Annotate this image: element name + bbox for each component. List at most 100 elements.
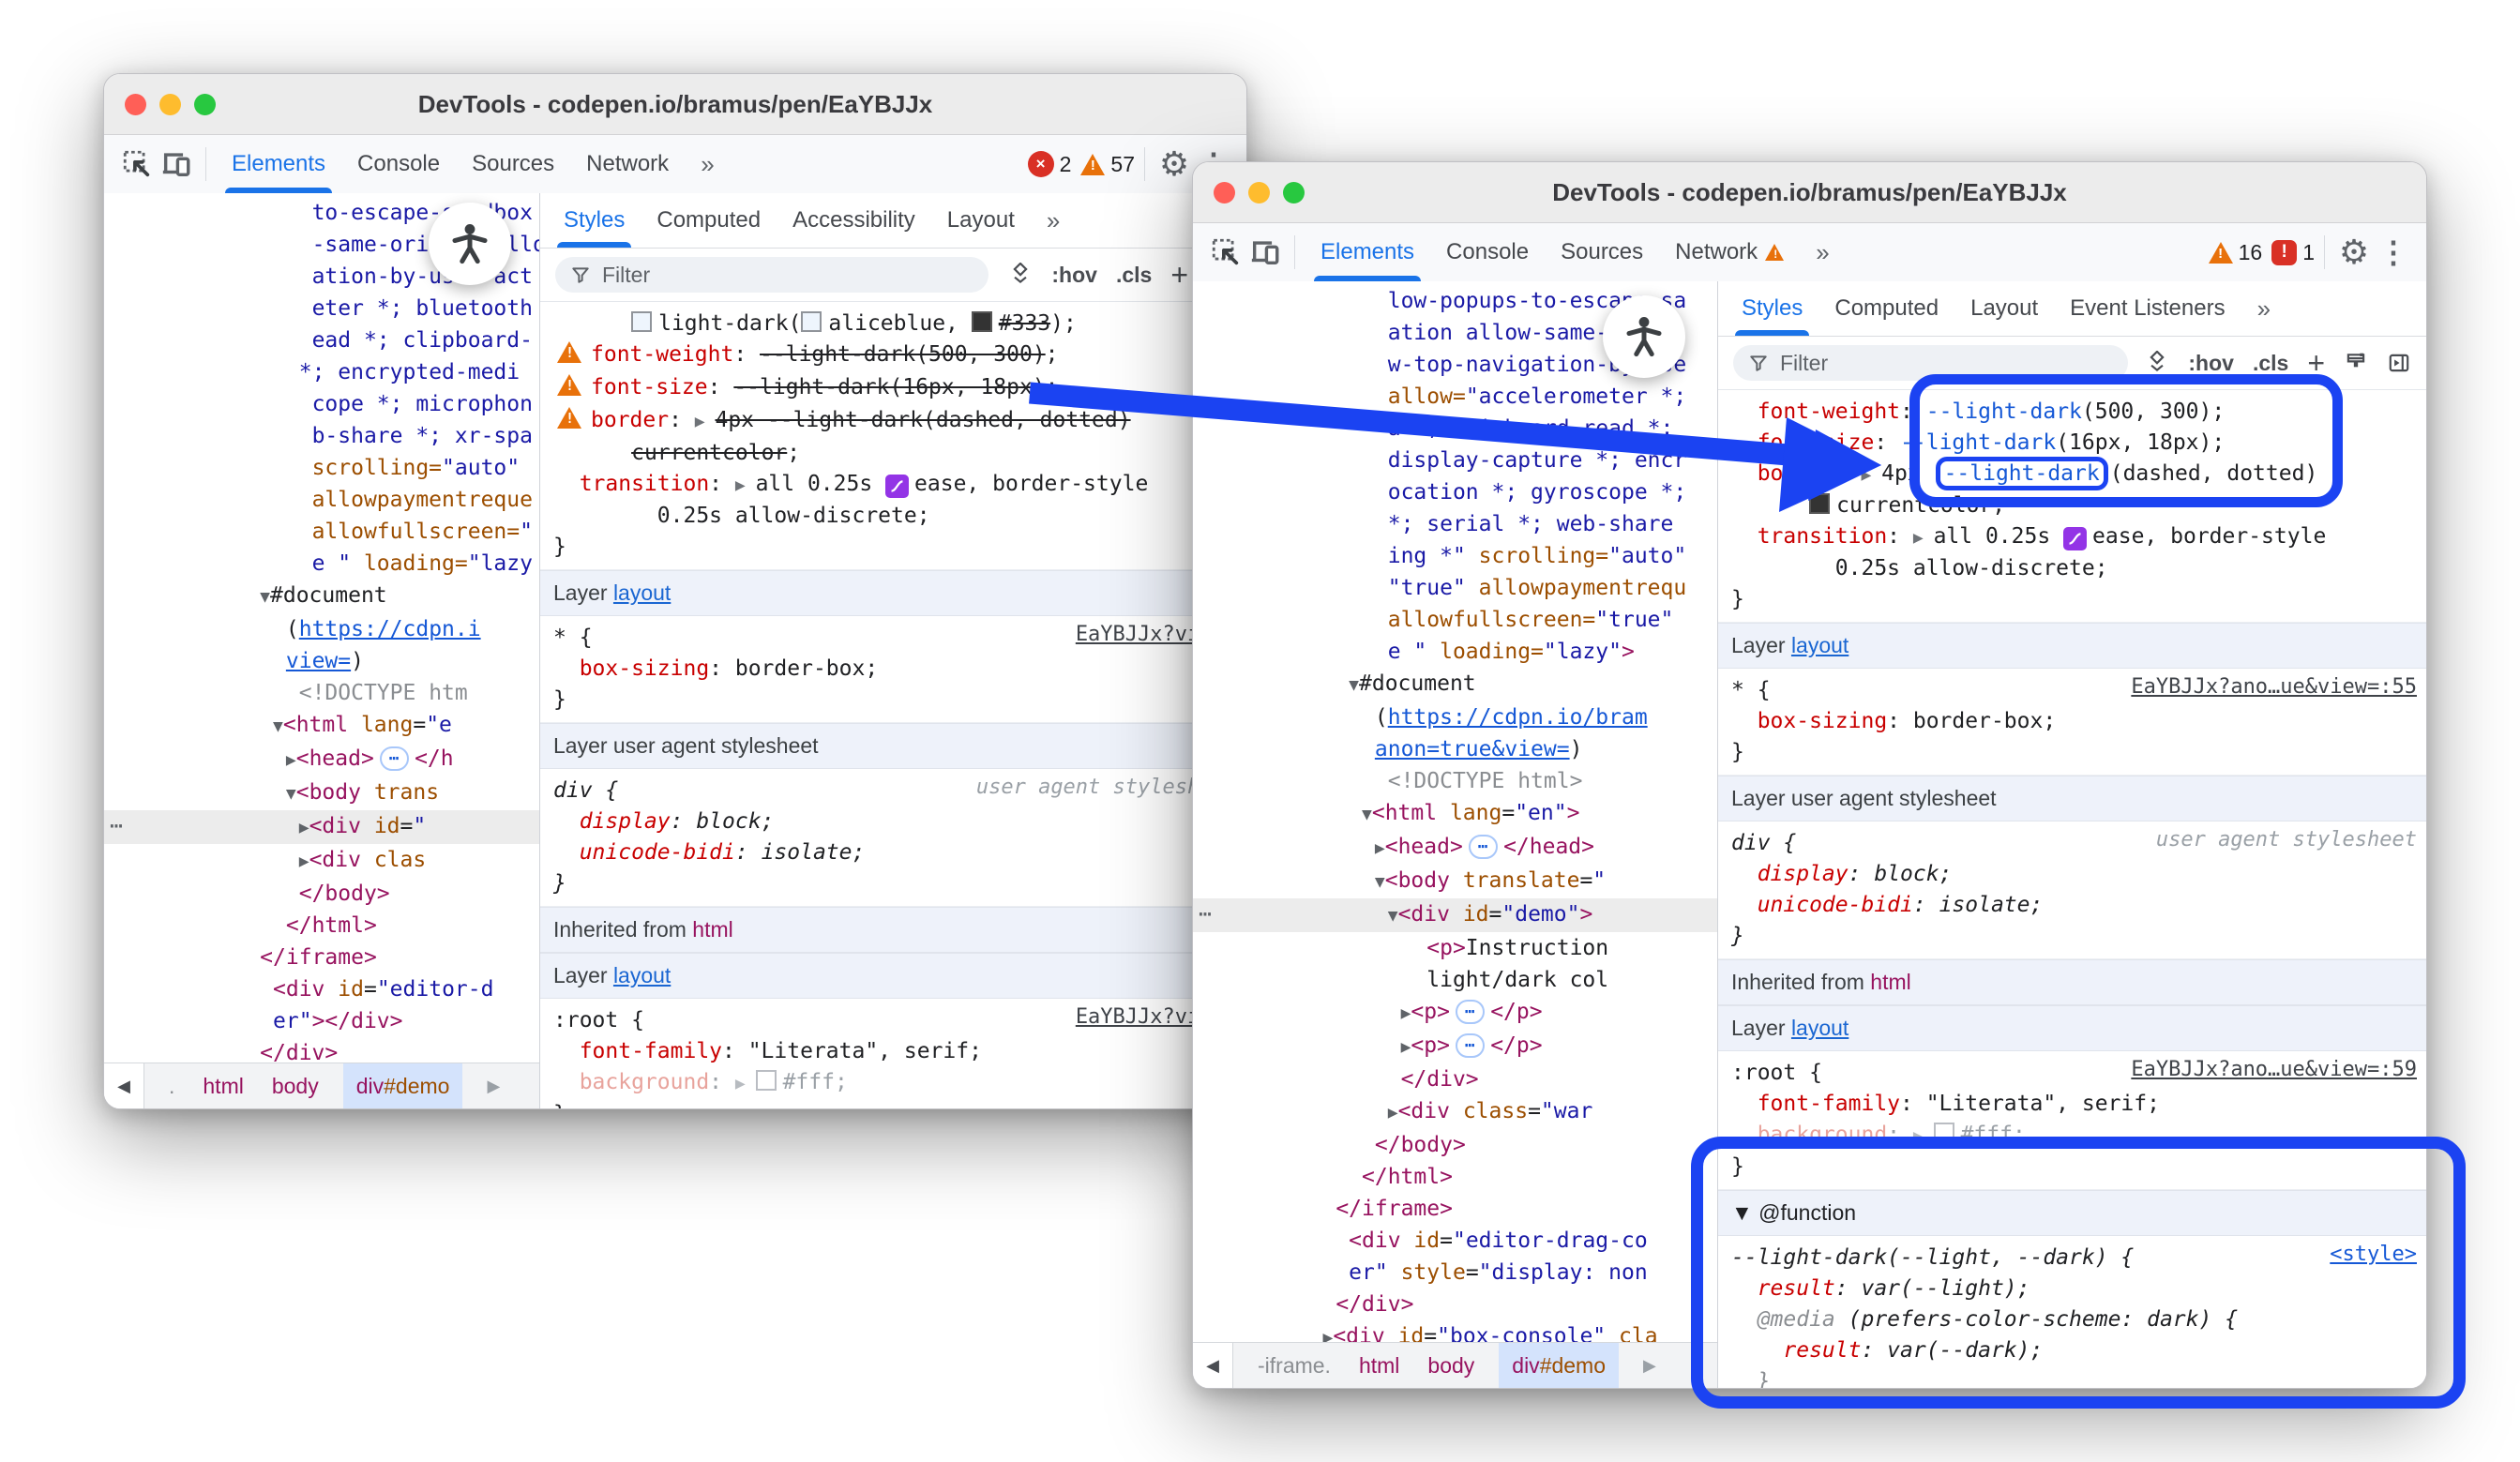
css-declaration[interactable]: display: block; [553,806,1246,837]
css-declaration[interactable]: light-dark(aliceblue, #333); [553,309,1246,339]
dom-tree-node[interactable]: ▶<head>⋯</h [104,743,539,776]
dom-tree-node[interactable]: allowpaymentreque [104,484,539,516]
more-tabs-icon[interactable]: » [1031,193,1076,248]
css-declaration[interactable]: --light-dark(--light, --dark) { [1731,1243,2426,1274]
css-declaration[interactable]: unicode-bidi: isolate; [1731,890,2426,921]
tab-sources[interactable]: Sources [456,135,570,193]
css-declaration[interactable]: font-family: "Literata", serif; [1731,1089,2426,1120]
css-declaration[interactable]: transition: ▶ all 0.25s ease, border-sty… [553,469,1246,501]
breadcrumb-scroll-right[interactable]: ▶ [1643,1356,1656,1376]
dom-tree-node[interactable]: ▼<body translate=" [1193,865,1717,898]
breadcrumb-item[interactable]: div#demo [1499,1343,1619,1388]
more-tabs-icon[interactable]: » [1800,223,1845,281]
css-declaration[interactable]: font-weight: --light-dark(500, 300); [1731,397,2426,428]
css-declaration[interactable]: box-sizing: border-box; [1731,706,2426,737]
expand-children-button[interactable]: ⋯ [1469,835,1498,859]
dom-tree-node[interactable]: ▶<div clas [104,844,539,878]
css-declaration[interactable]: background: ▶ #fff; [1731,1120,2426,1152]
dom-tree-node[interactable]: </iframe> [1193,1193,1717,1225]
inspect-element-icon[interactable] [1206,233,1245,272]
css-declaration[interactable]: result: var(--light); [1731,1274,2426,1304]
css-declaration[interactable]: !font-weight: --light-dark(500, 300); [553,339,1246,372]
breadcrumb-item[interactable]: body [1424,1343,1478,1388]
dom-tree-node[interactable]: <!DOCTYPE html> [1193,765,1717,797]
css-declaration[interactable]: 0.25s allow-discrete; [553,501,1246,532]
minimize-button[interactable] [1248,182,1270,203]
warn-badge[interactable]: !16 [2209,240,2263,265]
css-declaration[interactable]: } [1731,584,2426,615]
dom-tree-node[interactable]: light/dark col [1193,964,1717,996]
breadcrumb-item[interactable]: . [165,1063,178,1108]
expand-children-button[interactable]: ⋯ [1456,1000,1485,1024]
css-declaration[interactable]: } [553,532,1246,563]
issue-badge[interactable]: !1 [2271,240,2315,265]
dom-tree-node[interactable]: ▶<p>⋯</p> [1193,996,1717,1030]
style-rule[interactable]: user agent stylesheetdiv { display: bloc… [1718,821,2426,959]
dom-tree-node[interactable]: e " loading="lazy"> [1193,636,1717,668]
style-rule[interactable]: light-dark(aliceblue, #333);!font-weight… [540,302,1246,570]
css-declaration[interactable]: } [1731,921,2426,952]
node-more-actions-icon[interactable]: ⋯ [110,810,125,842]
style-rule[interactable]: user agent stylesheetdiv { display: bloc… [540,769,1246,907]
styles-filter-input[interactable]: Filter [1733,345,2128,381]
element-states-icon[interactable] [1008,263,1033,287]
css-declaration[interactable]: } [1731,737,2426,768]
css-declaration[interactable]: currentcolor; [553,438,1246,469]
new-style-rule-button[interactable]: + [1170,258,1188,293]
warn-badge[interactable]: !57 [1080,152,1135,177]
dom-tree-node[interactable]: ead *; clipboard- [104,324,539,356]
tab-console[interactable]: Console [1430,223,1545,281]
css-declaration[interactable]: 0.25s allow-discrete; [1731,553,2426,584]
css-declaration[interactable]: !font-size: --light-dark(16px, 18px); [553,372,1246,405]
style-rule[interactable]: EaYBJJx?ano…ue&view=:59:root { font-fami… [1718,1051,2426,1190]
dom-tree-node[interactable]: scrolling="auto" [104,452,539,484]
dom-tree-node[interactable]: ▼#document [1193,668,1717,701]
tab-console[interactable]: Console [341,135,456,193]
dom-tree-node[interactable]: ▼<html lang="e [104,709,539,743]
dom-tree-node[interactable]: (https://cdpn.io/bram [1193,701,1717,733]
css-declaration[interactable]: result: var(--dark); [1731,1335,2426,1366]
toggle-class-button[interactable]: .cls [2253,351,2288,376]
dom-tree-node[interactable]: allowfullscreen=" [104,516,539,548]
dom-tree-node[interactable]: "true" allowpaymentrequ [1193,572,1717,604]
easing-editor-icon[interactable] [2063,527,2087,550]
settings-icon[interactable]: ⚙ [1154,144,1194,184]
css-declaration[interactable]: unicode-bidi: isolate; [553,837,1246,868]
style-rule[interactable]: EaYBJJx?ano…ue&view=:55* { box-sizing: b… [1718,669,2426,776]
style-rule[interactable]: EaYBJJx?view=:root { font-family: "Liter… [540,999,1246,1108]
expand-children-button[interactable]: ⋯ [380,746,409,771]
breadcrumb-item[interactable]: html [1355,1343,1403,1388]
css-declaration[interactable]: } [1731,1366,2426,1388]
device-toolbar-icon[interactable] [157,144,196,184]
style-rule[interactable]: EaYBJJx?view=* { box-sizing: border-box;… [540,616,1246,723]
dom-tree-node[interactable]: eter *; bluetooth [104,293,539,324]
dock-sidebar-icon[interactable] [2387,351,2411,375]
dom-tree-node[interactable]: anon=true&view=) [1193,733,1717,765]
stylesheet-source-link[interactable]: <style> [2330,1243,2417,1266]
dom-tree-node[interactable]: </div> [1193,1289,1717,1320]
dom-tree-node[interactable]: ▼#document [104,580,539,613]
styles-filter-input[interactable]: Filter [555,257,988,293]
breadcrumb-item[interactable]: -iframe. [1254,1343,1335,1388]
tab-computed[interactable]: Computed [641,193,777,248]
more-tabs-icon[interactable]: » [2241,281,2286,336]
css-declaration[interactable]: currentcolor; [1731,490,2426,521]
dom-tree-node[interactable]: </body> [104,878,539,910]
dom-tree-node[interactable]: view=) [104,645,539,677]
dom-tree-node[interactable]: b-share *; xr-spa [104,420,539,452]
tab-layout[interactable]: Layout [931,193,1031,248]
dom-tree-node[interactable]: </iframe> [104,942,539,973]
dom-tree-node[interactable]: ▼<html lang="en"> [1193,797,1717,831]
dom-tree-node[interactable]: a *; clipboard-read *; [1193,413,1717,445]
tab-network[interactable]: Network! [1659,223,1800,281]
dom-tree-node[interactable]: </html> [1193,1161,1717,1193]
dom-tree-node[interactable]: er"></div> [104,1005,539,1037]
close-button[interactable] [125,94,146,115]
minimize-button[interactable] [159,94,181,115]
dom-tree-node[interactable]: ▶<p>⋯</p> [1193,1030,1717,1063]
new-style-rule-button[interactable]: + [2307,346,2325,381]
css-declaration[interactable]: @media (prefers-color-scheme: dark) { [1731,1304,2426,1335]
dom-tree-node[interactable]: er" style="display: non [1193,1257,1717,1289]
dom-tree-node[interactable]: *; encrypted-medi [104,356,539,388]
breadcrumb-scroll-left[interactable]: ◀ [104,1063,144,1108]
